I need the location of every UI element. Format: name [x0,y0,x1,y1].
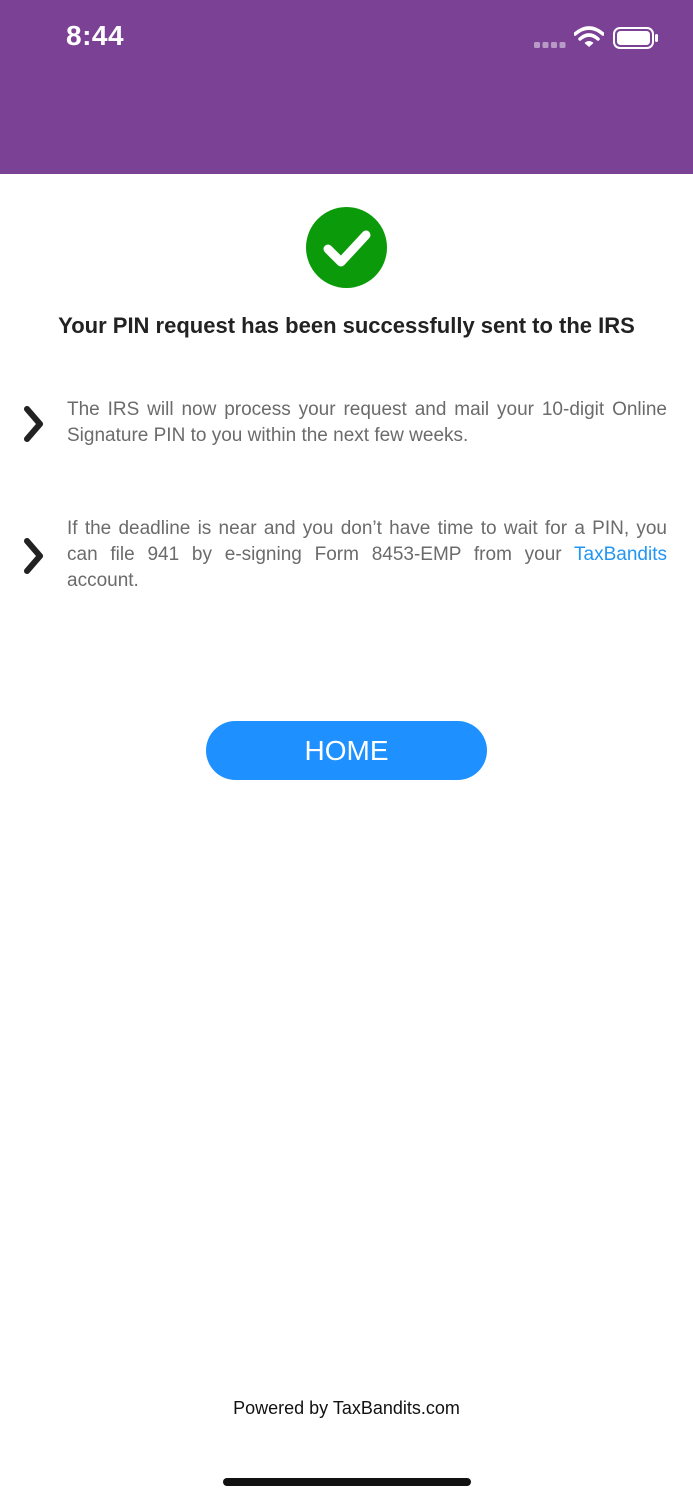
checkmark-circle-icon [306,207,387,288]
chevron-right-icon [24,406,43,442]
home-button[interactable]: HOME [206,721,487,780]
taxbandits-link[interactable]: TaxBandits [574,544,667,565]
info-text: If the deadline is near and you don’t ha… [67,516,667,594]
app-header: 8:44 [0,0,693,174]
page-title: Your PIN request has been successfully s… [58,313,635,338]
chevron-right-icon [24,538,43,574]
info-text: The IRS will now process your request an… [67,399,667,446]
battery-icon [613,27,658,49]
home-indicator[interactable] [223,1478,471,1486]
powered-by-footer: Powered by TaxBandits.com [233,1398,460,1418]
signal-dots-icon [534,42,566,48]
status-time: 8:44 [66,20,125,51]
info-text-part: account. [67,570,139,591]
wifi-icon [574,26,604,47]
